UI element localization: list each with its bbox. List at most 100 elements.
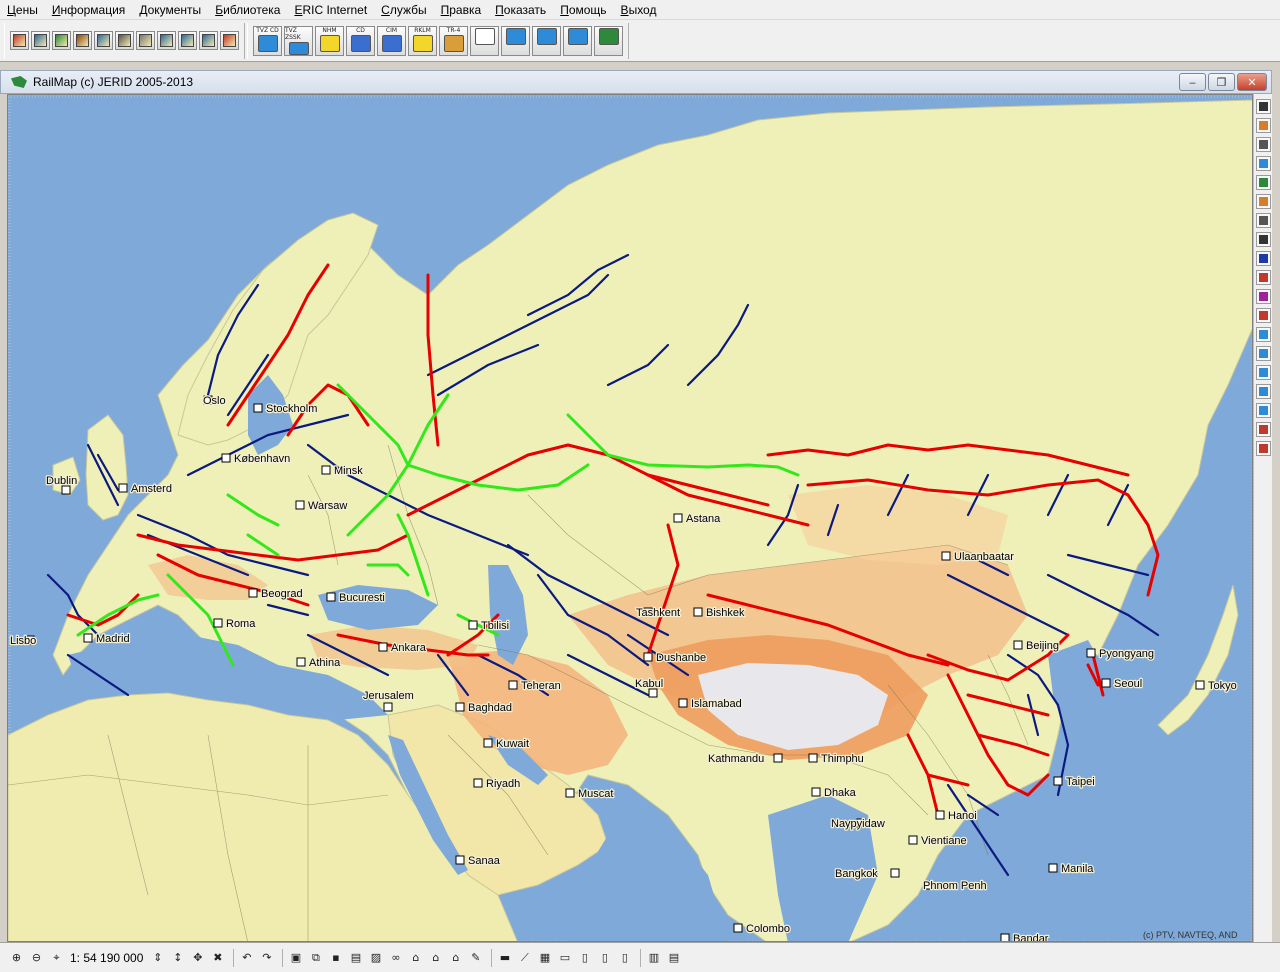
city-marker[interactable] <box>565 788 575 798</box>
menu-item-4[interactable]: ERIC Internet <box>287 0 374 20</box>
menu-item-3[interactable]: Библиотека <box>208 0 287 20</box>
rklm-button[interactable]: RKLM <box>408 25 437 56</box>
zoom-in-icon[interactable]: ⊕ <box>8 949 25 966</box>
city-marker[interactable] <box>1053 776 1063 786</box>
city-marker[interactable] <box>808 753 818 763</box>
city-marker[interactable] <box>1000 933 1010 942</box>
zoom-out-icon[interactable]: ⊖ <box>28 949 45 966</box>
route-icon[interactable]: ⟋ <box>516 949 533 966</box>
city-marker[interactable] <box>1101 678 1111 688</box>
calendar-button[interactable] <box>199 31 218 50</box>
city-marker[interactable] <box>908 835 918 845</box>
city-marker[interactable] <box>468 620 478 630</box>
hatch-tool-button[interactable] <box>1255 99 1271 114</box>
city-marker[interactable] <box>935 810 945 820</box>
folder-icon[interactable]: ▥ <box>645 949 662 966</box>
forward-tool-button[interactable] <box>1255 384 1271 399</box>
city-marker[interactable] <box>1195 680 1205 690</box>
layers-tool-button[interactable] <box>1255 156 1271 171</box>
city-marker[interactable] <box>61 485 71 495</box>
minimize-button[interactable]: ‒ <box>1179 73 1206 91</box>
map-layer-icon[interactable]: ▦ <box>536 949 553 966</box>
city-marker[interactable] <box>455 855 465 865</box>
red-line-tool-button[interactable] <box>1255 308 1271 323</box>
station-3-icon[interactable]: ⌂ <box>447 949 464 966</box>
city-marker[interactable] <box>1013 640 1023 650</box>
pointer-disabled-icon[interactable]: ✖ <box>209 949 226 966</box>
city-marker[interactable] <box>83 633 93 643</box>
ruler-tool-button[interactable] <box>1255 118 1271 133</box>
page-3-icon[interactable]: ▯ <box>616 949 633 966</box>
flag-tool-button[interactable] <box>1255 251 1271 266</box>
city-marker[interactable] <box>383 702 393 712</box>
pan-all-icon[interactable]: ✥ <box>189 949 206 966</box>
page-tool-icon[interactable]: ▯ <box>576 949 593 966</box>
city-marker[interactable] <box>643 652 653 662</box>
city-marker[interactable] <box>321 465 331 475</box>
rail-map[interactable]: Stockholm Dublin Amsterd København Minsk Wars… <box>7 94 1253 942</box>
exit-button[interactable] <box>220 31 239 50</box>
page-tool-button[interactable] <box>1255 327 1271 342</box>
map-canvas[interactable]: Stockholm Dublin Amsterd København Minsk Wars… <box>8 95 1253 942</box>
city-marker[interactable] <box>455 702 465 712</box>
city-marker[interactable] <box>811 787 821 797</box>
menu-item-9[interactable]: Выход <box>614 0 664 20</box>
tr4-button[interactable]: TR-4 <box>439 25 468 56</box>
city-marker[interactable] <box>296 657 306 667</box>
cim-button[interactable]: CIM <box>377 25 406 56</box>
calculator-button[interactable] <box>532 25 561 56</box>
restore-button[interactable]: ❐ <box>1208 73 1235 91</box>
city-marker[interactable] <box>773 753 783 763</box>
new-document-button[interactable] <box>10 31 29 50</box>
page-2-icon[interactable]: ▯ <box>596 949 613 966</box>
city-marker[interactable] <box>295 500 305 510</box>
city-marker[interactable] <box>118 483 128 493</box>
station-2-icon[interactable]: ⌂ <box>427 949 444 966</box>
print-preview-button[interactable] <box>115 31 134 50</box>
calculator-edit-button[interactable] <box>501 25 530 56</box>
grid-button[interactable] <box>178 31 197 50</box>
map-button[interactable] <box>594 25 623 56</box>
menu-item-0[interactable]: Цены <box>0 0 45 20</box>
city-marker[interactable] <box>326 592 336 602</box>
pen-icon[interactable]: ✎ <box>467 949 484 966</box>
legend-tool-button[interactable] <box>1255 194 1271 209</box>
menu-item-7[interactable]: Показать <box>488 0 553 20</box>
city-marker[interactable] <box>1086 648 1096 658</box>
city-marker[interactable] <box>483 738 493 748</box>
open-button[interactable] <box>52 31 71 50</box>
forward-2-tool-button[interactable] <box>1255 403 1271 418</box>
document-icon[interactable]: ▤ <box>665 949 682 966</box>
station-icon[interactable]: ⌂ <box>407 949 424 966</box>
city-marker[interactable] <box>890 868 900 878</box>
pin-tool-button[interactable] <box>1255 289 1271 304</box>
pan-vertical-icon[interactable]: ↕ <box>169 949 186 966</box>
cd-button[interactable]: CD <box>346 25 375 56</box>
redo-icon[interactable]: ↷ <box>258 949 275 966</box>
clipboard-icon[interactable]: ▭ <box>556 949 573 966</box>
city-marker[interactable] <box>693 607 703 617</box>
city-marker[interactable] <box>648 688 658 698</box>
line-tool-button[interactable] <box>1255 232 1271 247</box>
city-marker[interactable] <box>733 923 743 933</box>
train-tool-icon[interactable]: ▬ <box>496 949 513 966</box>
hatch-tool-icon[interactable]: ▨ <box>367 949 384 966</box>
graph-tool-button[interactable] <box>1255 137 1271 152</box>
check-tool-button[interactable] <box>1255 365 1271 380</box>
copy-page-tool-button[interactable] <box>1255 346 1271 361</box>
city-marker[interactable] <box>378 642 388 652</box>
search-button[interactable] <box>94 31 113 50</box>
city-marker[interactable] <box>941 551 951 561</box>
binoculars-icon[interactable]: ∞ <box>387 949 404 966</box>
cut-tool-button[interactable] <box>1255 422 1271 437</box>
menu-item-8[interactable]: Помощь <box>553 0 613 20</box>
camera-icon[interactable]: ▣ <box>287 949 304 966</box>
city-marker[interactable] <box>508 680 518 690</box>
copy-button[interactable] <box>136 31 155 50</box>
chart-tool-button[interactable] <box>1255 213 1271 228</box>
city-marker[interactable] <box>248 588 258 598</box>
blank-button[interactable] <box>470 25 499 56</box>
close-button[interactable]: ✕ <box>1237 73 1267 91</box>
city-marker[interactable] <box>473 778 483 788</box>
city-marker[interactable] <box>253 403 263 413</box>
